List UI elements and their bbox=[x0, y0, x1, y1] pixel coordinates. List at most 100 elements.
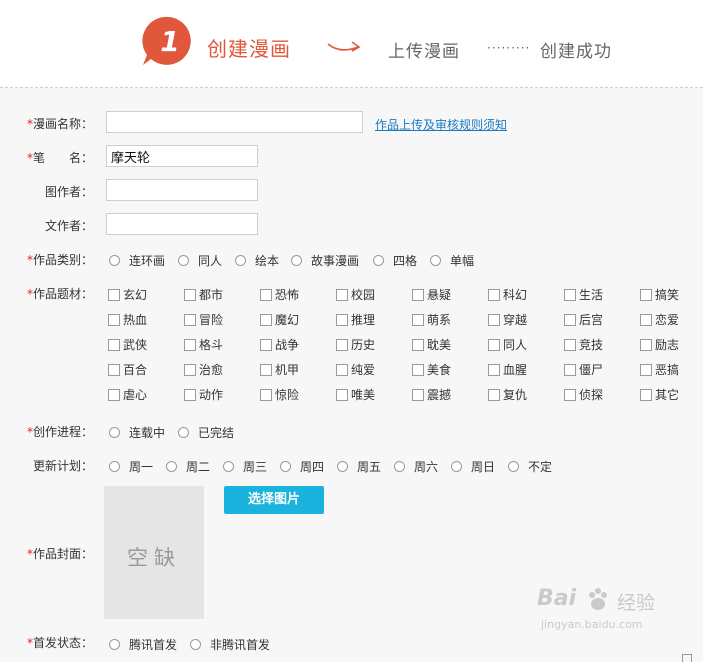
select-image-button[interactable]: 选择图片 bbox=[224, 486, 324, 514]
theme-option[interactable]: 血腥 bbox=[488, 361, 527, 378]
artist-input[interactable] bbox=[106, 179, 258, 201]
title-input[interactable] bbox=[106, 111, 363, 133]
theme-option[interactable]: 震撼 bbox=[412, 386, 451, 403]
theme-option[interactable]: 复仇 bbox=[488, 386, 527, 403]
theme-option[interactable]: 机甲 bbox=[260, 361, 299, 378]
checkbox[interactable] bbox=[640, 288, 652, 301]
checkbox[interactable] bbox=[412, 313, 424, 326]
theme-option[interactable]: 竞技 bbox=[564, 336, 603, 353]
radio-button[interactable] bbox=[109, 427, 120, 438]
theme-option[interactable]: 动作 bbox=[184, 386, 223, 403]
theme-option[interactable]: 虐心 bbox=[108, 386, 147, 403]
theme-option[interactable]: 僵尸 bbox=[564, 361, 603, 378]
checkbox[interactable] bbox=[260, 363, 272, 376]
radio-button[interactable] bbox=[430, 255, 441, 266]
theme-option[interactable]: 热血 bbox=[108, 311, 147, 328]
category-option[interactable]: 四格 bbox=[373, 252, 417, 269]
schedule-option[interactable]: 周四 bbox=[280, 458, 324, 475]
checkbox[interactable] bbox=[412, 363, 424, 376]
checkbox[interactable] bbox=[640, 338, 652, 351]
theme-option[interactable]: 悬疑 bbox=[412, 286, 451, 303]
theme-option[interactable]: 恶搞 bbox=[640, 361, 679, 378]
penname-input[interactable] bbox=[106, 145, 258, 167]
checkbox[interactable] bbox=[260, 288, 272, 301]
checkbox[interactable] bbox=[108, 338, 120, 351]
rules-link[interactable]: 作品上传及审核规则须知 bbox=[375, 116, 507, 133]
checkbox[interactable] bbox=[260, 388, 272, 401]
theme-option[interactable]: 同人 bbox=[488, 336, 527, 353]
checkbox[interactable] bbox=[184, 338, 196, 351]
first-release-option[interactable]: 非腾讯首发 bbox=[190, 636, 270, 653]
schedule-option[interactable]: 不定 bbox=[508, 458, 552, 475]
checkbox[interactable] bbox=[564, 338, 576, 351]
checkbox[interactable] bbox=[184, 313, 196, 326]
radio-button[interactable] bbox=[337, 461, 348, 472]
theme-option[interactable]: 冒险 bbox=[184, 311, 223, 328]
schedule-option[interactable]: 周一 bbox=[109, 458, 153, 475]
checkbox[interactable] bbox=[640, 388, 652, 401]
checkbox[interactable] bbox=[108, 288, 120, 301]
checkbox[interactable] bbox=[260, 313, 272, 326]
checkbox[interactable] bbox=[412, 338, 424, 351]
checkbox[interactable] bbox=[184, 363, 196, 376]
category-option[interactable]: 故事漫画 bbox=[291, 252, 359, 269]
radio-button[interactable] bbox=[373, 255, 384, 266]
category-option[interactable]: 连环画 bbox=[109, 252, 165, 269]
schedule-option[interactable]: 周日 bbox=[451, 458, 495, 475]
radio-button[interactable] bbox=[451, 461, 462, 472]
theme-option[interactable]: 生活 bbox=[564, 286, 603, 303]
checkbox[interactable] bbox=[336, 363, 348, 376]
theme-option[interactable]: 历史 bbox=[336, 336, 375, 353]
checkbox[interactable] bbox=[412, 388, 424, 401]
checkbox[interactable] bbox=[184, 288, 196, 301]
radio-button[interactable] bbox=[508, 461, 519, 472]
theme-option[interactable]: 治愈 bbox=[184, 361, 223, 378]
checkbox[interactable] bbox=[488, 338, 500, 351]
checkbox[interactable] bbox=[564, 288, 576, 301]
radio-button[interactable] bbox=[178, 255, 189, 266]
theme-option[interactable]: 耽美 bbox=[412, 336, 451, 353]
theme-option[interactable]: 后宫 bbox=[564, 311, 603, 328]
theme-option[interactable]: 励志 bbox=[640, 336, 679, 353]
radio-button[interactable] bbox=[394, 461, 405, 472]
radio-button[interactable] bbox=[280, 461, 291, 472]
theme-option[interactable]: 都市 bbox=[184, 286, 223, 303]
checkbox[interactable] bbox=[412, 288, 424, 301]
radio-button[interactable] bbox=[109, 255, 120, 266]
checkbox[interactable] bbox=[640, 363, 652, 376]
radio-button[interactable] bbox=[109, 461, 120, 472]
theme-option[interactable]: 纯爱 bbox=[336, 361, 375, 378]
theme-option[interactable]: 恐怖 bbox=[260, 286, 299, 303]
theme-option[interactable]: 美食 bbox=[412, 361, 451, 378]
checkbox[interactable] bbox=[488, 388, 500, 401]
checkbox[interactable] bbox=[336, 288, 348, 301]
first-release-option[interactable]: 腾讯首发 bbox=[109, 636, 177, 653]
checkbox[interactable] bbox=[108, 313, 120, 326]
checkbox[interactable] bbox=[184, 388, 196, 401]
schedule-option[interactable]: 周二 bbox=[166, 458, 210, 475]
checkbox[interactable] bbox=[108, 388, 120, 401]
theme-option[interactable]: 侦探 bbox=[564, 386, 603, 403]
theme-option[interactable]: 恋爱 bbox=[640, 311, 679, 328]
checkbox[interactable] bbox=[564, 388, 576, 401]
checkbox[interactable] bbox=[260, 338, 272, 351]
schedule-option[interactable]: 周六 bbox=[394, 458, 438, 475]
theme-option[interactable]: 其它 bbox=[640, 386, 679, 403]
progress-option[interactable]: 连载中 bbox=[109, 424, 165, 441]
theme-option[interactable]: 格斗 bbox=[184, 336, 223, 353]
radio-button[interactable] bbox=[235, 255, 246, 266]
theme-option[interactable]: 玄幻 bbox=[108, 286, 147, 303]
progress-option[interactable]: 已完结 bbox=[178, 424, 234, 441]
checkbox[interactable] bbox=[640, 313, 652, 326]
theme-option[interactable]: 科幻 bbox=[488, 286, 527, 303]
theme-option[interactable]: 百合 bbox=[108, 361, 147, 378]
radio-button[interactable] bbox=[291, 255, 302, 266]
checkbox[interactable] bbox=[336, 338, 348, 351]
checkbox[interactable] bbox=[488, 363, 500, 376]
radio-button[interactable] bbox=[190, 639, 201, 650]
radio-button[interactable] bbox=[166, 461, 177, 472]
checkbox[interactable] bbox=[564, 313, 576, 326]
radio-button[interactable] bbox=[178, 427, 189, 438]
checkbox[interactable] bbox=[108, 363, 120, 376]
theme-option[interactable]: 武侠 bbox=[108, 336, 147, 353]
